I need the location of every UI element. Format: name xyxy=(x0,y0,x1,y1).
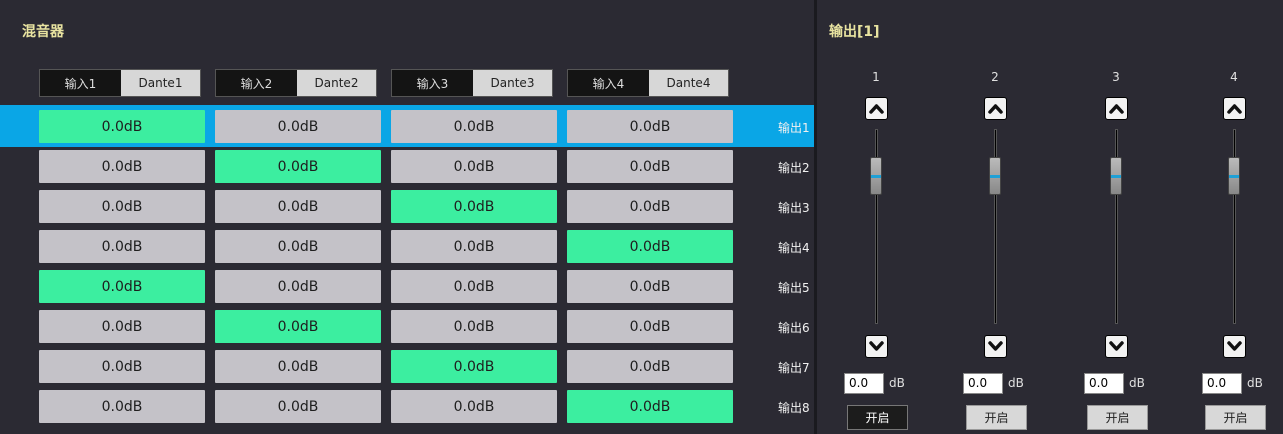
input-tab-3[interactable]: 输入3 Dante3 xyxy=(391,69,553,97)
channel-number: 4 xyxy=(1230,70,1238,84)
input-source[interactable]: Dante2 xyxy=(297,70,376,96)
channel-number: 3 xyxy=(1112,70,1120,84)
fader-knob-mark xyxy=(990,175,1000,179)
level-input[interactable]: 0.0 xyxy=(844,373,884,394)
gain-cell[interactable]: 0.0dB xyxy=(215,190,381,223)
gain-cell[interactable]: 0.0dB xyxy=(39,390,205,423)
gain-cell[interactable]: 0.0dB xyxy=(39,310,205,343)
gain-cell[interactable]: 0.0dB xyxy=(39,190,205,223)
level-input[interactable]: 0.0 xyxy=(1084,373,1124,394)
output-row-label: 输出6 xyxy=(778,321,810,335)
gain-cell[interactable]: 0.0dB xyxy=(39,350,205,383)
level-unit: dB xyxy=(889,376,905,390)
enable-button[interactable]: 开启 xyxy=(1205,405,1266,430)
output-row-label: 输出7 xyxy=(778,361,810,375)
level-unit: dB xyxy=(1129,376,1145,390)
gain-cell[interactable]: 0.0dB xyxy=(391,350,557,383)
output-title: 输出[1] xyxy=(829,24,880,40)
output-row-label: 输出1 xyxy=(778,121,810,135)
gain-cell[interactable]: 0.0dB xyxy=(215,310,381,343)
gain-cell[interactable]: 0.0dB xyxy=(567,230,733,263)
level-up-button[interactable] xyxy=(865,97,888,120)
gain-cell[interactable]: 0.0dB xyxy=(39,110,205,143)
input-name[interactable]: 输入1 xyxy=(40,70,121,96)
level-unit: dB xyxy=(1008,376,1024,390)
gain-cell[interactable]: 0.0dB xyxy=(567,390,733,423)
input-source[interactable]: Dante4 xyxy=(649,70,728,96)
fader-knob-mark xyxy=(871,175,881,179)
fader-knob[interactable] xyxy=(1110,157,1122,196)
output-row-label: 输出2 xyxy=(778,161,810,175)
gain-cell[interactable]: 0.0dB xyxy=(567,110,733,143)
level-input[interactable]: 0.0 xyxy=(1202,373,1242,394)
fader-knob[interactable] xyxy=(1228,157,1240,196)
gain-cell[interactable]: 0.0dB xyxy=(567,350,733,383)
input-tab-2[interactable]: 输入2 Dante2 xyxy=(215,69,377,97)
fader-knob-mark xyxy=(1229,175,1239,179)
input-name[interactable]: 输入2 xyxy=(216,70,297,96)
level-up-button[interactable] xyxy=(984,97,1007,120)
input-source[interactable]: Dante1 xyxy=(121,70,200,96)
level-down-button[interactable] xyxy=(1223,335,1246,358)
gain-cell[interactable]: 0.0dB xyxy=(215,350,381,383)
mixer-panel: 混音器 输入1 Dante1 输入2 Dante2 输入3 Dante3 输入4 Dante4… xyxy=(0,0,814,434)
input-name[interactable]: 输入4 xyxy=(568,70,649,96)
gain-cell[interactable]: 0.0dB xyxy=(215,110,381,143)
gain-cell[interactable]: 0.0dB xyxy=(391,390,557,423)
mixer-title: 混音器 xyxy=(22,24,64,40)
level-down-button[interactable] xyxy=(865,335,888,358)
level-up-button[interactable] xyxy=(1105,97,1128,120)
enable-button[interactable]: 开启 xyxy=(966,405,1027,430)
fader-knob[interactable] xyxy=(870,157,882,196)
gain-cell[interactable]: 0.0dB xyxy=(391,150,557,183)
output-row-label: 输出8 xyxy=(778,401,810,415)
fader-knob[interactable] xyxy=(989,157,1001,196)
gain-cell[interactable]: 0.0dB xyxy=(391,310,557,343)
gain-cell[interactable]: 0.0dB xyxy=(567,310,733,343)
level-up-button[interactable] xyxy=(1223,97,1246,120)
gain-cell[interactable]: 0.0dB xyxy=(567,190,733,223)
enable-button[interactable]: 开启 xyxy=(847,405,908,430)
input-tab-4[interactable]: 输入4 Dante4 xyxy=(567,69,729,97)
gain-cell[interactable]: 0.0dB xyxy=(391,190,557,223)
fader-knob-mark xyxy=(1111,175,1121,179)
gain-cell[interactable]: 0.0dB xyxy=(39,230,205,263)
channel-number: 1 xyxy=(872,70,880,84)
level-unit: dB xyxy=(1247,376,1263,390)
output-row-label: 输出5 xyxy=(778,281,810,295)
gain-cell[interactable]: 0.0dB xyxy=(39,150,205,183)
output-row-label: 输出4 xyxy=(778,241,810,255)
gain-cell[interactable]: 0.0dB xyxy=(391,230,557,263)
output-row-label: 输出3 xyxy=(778,201,810,215)
level-input[interactable]: 0.0 xyxy=(963,373,1003,394)
level-down-button[interactable] xyxy=(1105,335,1128,358)
channel-number: 2 xyxy=(991,70,999,84)
gain-cell[interactable]: 0.0dB xyxy=(391,110,557,143)
gain-cell[interactable]: 0.0dB xyxy=(567,270,733,303)
enable-button[interactable]: 开启 xyxy=(1087,405,1148,430)
gain-cell[interactable]: 0.0dB xyxy=(567,150,733,183)
gain-cell[interactable]: 0.0dB xyxy=(39,270,205,303)
gain-cell[interactable]: 0.0dB xyxy=(215,270,381,303)
gain-cell[interactable]: 0.0dB xyxy=(215,230,381,263)
gain-cell[interactable]: 0.0dB xyxy=(215,390,381,423)
gain-cell[interactable]: 0.0dB xyxy=(391,270,557,303)
input-tab-1[interactable]: 输入1 Dante1 xyxy=(39,69,201,97)
input-name[interactable]: 输入3 xyxy=(392,70,473,96)
gain-cell[interactable]: 0.0dB xyxy=(215,150,381,183)
level-down-button[interactable] xyxy=(984,335,1007,358)
input-source[interactable]: Dante3 xyxy=(473,70,552,96)
output-panel: 输出[1] 1 0.0 dB 开启 2 0.0 dB 开启 3 0.0 dB 开启 4 0.0 dB 开启 xyxy=(817,0,1283,434)
